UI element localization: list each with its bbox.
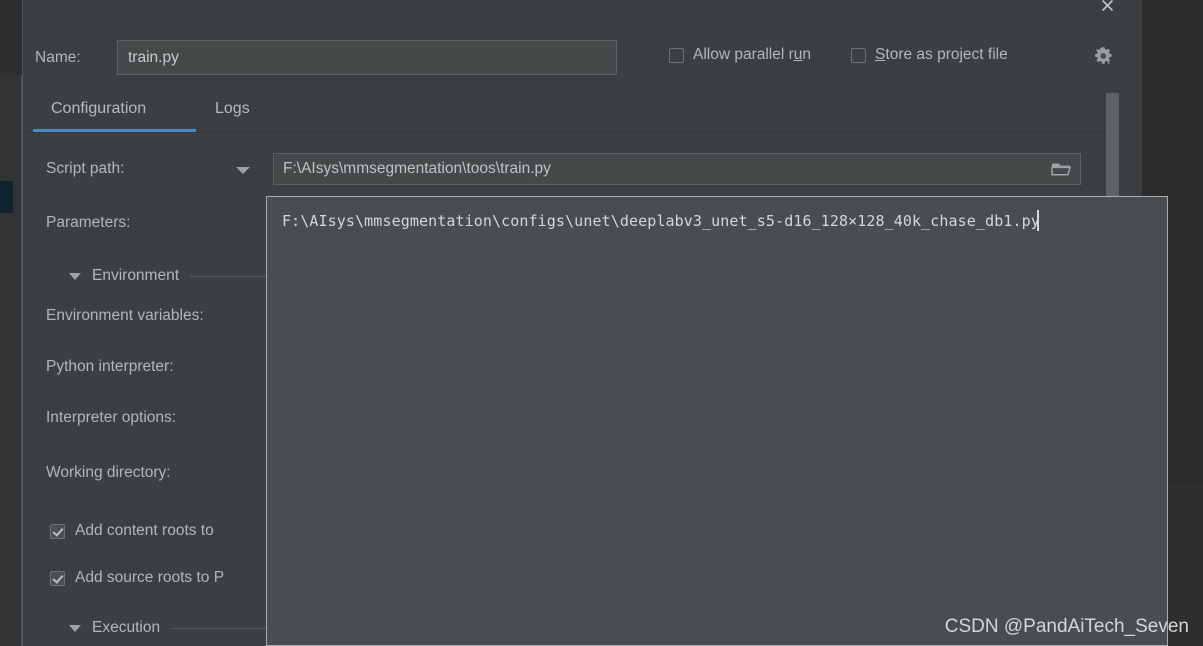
add-content-roots-checkbox[interactable]	[50, 523, 65, 539]
allow-parallel-run-checkbox-row[interactable]: Allow parallel run	[669, 46, 811, 64]
environment-variables-label: Environment variables:	[46, 307, 204, 324]
script-path-input[interactable]	[273, 153, 1081, 185]
triangle-down-icon	[69, 272, 81, 280]
add-source-roots-checkbox-row[interactable]: Add source roots to P	[50, 569, 224, 587]
chevron-down-icon[interactable]	[236, 167, 250, 174]
name-label: Name:	[35, 49, 81, 66]
add-source-roots-label: Add source roots to P	[75, 569, 225, 586]
text-cursor	[1037, 210, 1039, 231]
parameters-editor-popup[interactable]: F:\AIsys\mmsegmentation\configs\unet\dee…	[266, 196, 1168, 646]
interpreter-options-label: Interpreter options:	[46, 409, 177, 426]
name-input[interactable]	[117, 40, 617, 75]
csdn-watermark: CSDN @PandAiTech_Seven	[944, 616, 1189, 637]
execution-section-label: Execution	[92, 619, 161, 636]
store-as-project-file-checkbox-row[interactable]: Store as project file	[851, 46, 1008, 64]
allow-parallel-run-label: Allow parallel run	[693, 46, 812, 63]
store-as-project-file-label: Store as project file	[875, 46, 1008, 63]
add-content-roots-label: Add content roots to	[75, 522, 214, 539]
store-as-project-file-checkbox[interactable]	[851, 47, 867, 63]
tab-logs[interactable]: Logs	[203, 96, 262, 122]
close-icon[interactable]	[1092, 0, 1122, 22]
dialog-options-group: Allow parallel run Store as project file	[669, 46, 1008, 64]
allow-parallel-run-checkbox[interactable]	[669, 47, 684, 63]
editor-accent-marker	[0, 181, 13, 213]
dialog-scrollbar-thumb[interactable]	[1106, 93, 1119, 196]
working-directory-label: Working directory:	[46, 464, 171, 481]
parameters-label: Parameters:	[46, 214, 131, 231]
tab-configuration[interactable]: Configuration	[39, 96, 158, 122]
add-source-roots-checkbox[interactable]	[50, 570, 65, 586]
environment-section-label: Environment	[92, 267, 180, 284]
add-content-roots-checkbox-row[interactable]: Add content roots to	[50, 522, 214, 540]
script-path-label: Script path:	[46, 160, 125, 177]
dialog-tabs: Configuration Logs	[23, 96, 1121, 134]
editor-gutter-strip	[0, 75, 22, 646]
folder-icon[interactable]	[1051, 160, 1071, 182]
tabs-divider	[23, 132, 1121, 133]
gear-icon[interactable]	[1092, 45, 1114, 67]
python-interpreter-label: Python interpreter:	[46, 358, 174, 375]
parameters-popup-value: F:\AIsys\mmsegmentation\configs\unet\dee…	[282, 212, 1040, 230]
triangle-down-icon	[69, 624, 81, 632]
